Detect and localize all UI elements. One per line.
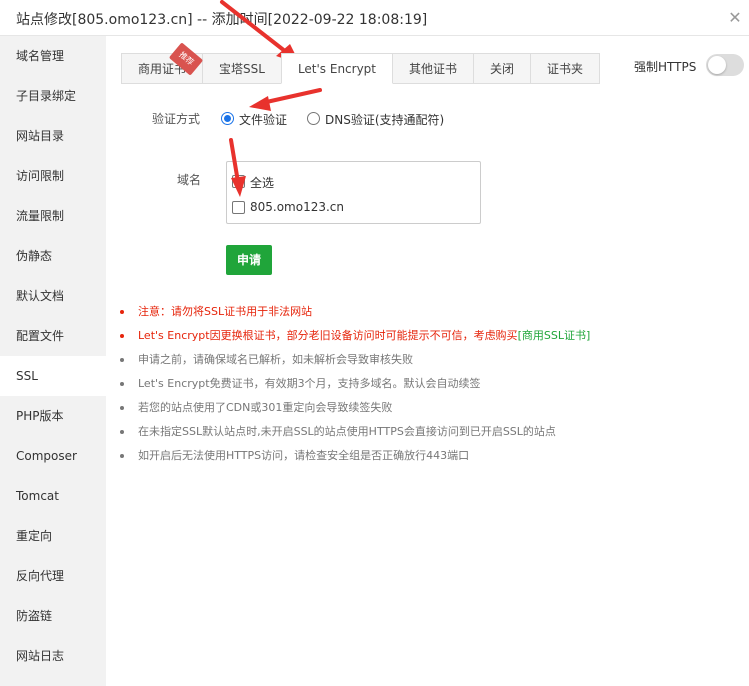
note-text: 申请之前，请确保域名已解析，如未解析会导致审核失败 [138,353,413,366]
sidebar-item-site-directory[interactable]: 网站目录 [0,116,106,156]
sidebar-item-redirect[interactable]: 重定向 [0,516,106,556]
select-all-label[interactable]: 全选 [250,174,274,191]
note-item: 申请之前，请确保域名已解析，如未解析会导致审核失败 [120,351,740,375]
sidebar-item-subdirectory-binding[interactable]: 子目录绑定 [0,76,106,116]
force-https-label: 强制HTTPS [634,60,697,74]
dns-verify-radio[interactable] [307,112,320,125]
sidebar-item-traffic-limit[interactable]: 流量限制 [0,196,106,236]
note-text: 在未指定SSL默认站点时,未开启SSL的站点使用HTTPS会直接访问到已开启SS… [138,425,556,438]
notes-list: 注意：请勿将SSL证书用于非法网站 Let's Encrypt因更换根证书，部分… [120,303,740,471]
sidebar-item-default-document[interactable]: 默认文档 [0,276,106,316]
arrow-to-file-verify [260,88,322,105]
window-title: 站点修改[805.omo123.cn] -- 添加时间[2022-09-22 1… [16,12,428,28]
note-text: Let's Encrypt免费证书，有效期3个月，支持多域名。默认会自动续签 [138,377,481,390]
sidebar-item-rewrite[interactable]: 伪静态 [0,236,106,276]
window-titlebar: 站点修改[805.omo123.cn] -- 添加时间[2022-09-22 1… [0,0,749,36]
close-icon[interactable]: ✕ [725,8,745,28]
note-item: Let's Encrypt因更换根证书，部分老旧设备访问时可能提示不可信，考虑购… [120,327,740,351]
tab-lets-encrypt[interactable]: Let's Encrypt [280,53,394,84]
note-item: 注意：请勿将SSL证书用于非法网站 [120,303,740,327]
toggle-knob [708,56,726,74]
note-item: Let's Encrypt免费证书，有效期3个月，支持多域名。默认会自动续签 [120,375,740,399]
sidebar-item-domain-management[interactable]: 域名管理 [0,36,106,76]
sidebar-item-hotlink-protection[interactable]: 防盗链 [0,596,106,636]
domain-list-box: 全选 805.omo123.cn [226,161,481,224]
dns-verify-label[interactable]: DNS验证(支持通配符) [325,111,444,128]
sidebar-item-ssl[interactable]: SSL [0,356,106,396]
arrow-head-verify [249,96,271,111]
apply-button[interactable]: 申请 [226,245,272,275]
domain-label: 域名 [177,173,202,187]
sidebar-item-tomcat[interactable]: Tomcat [0,476,106,516]
file-verify-label[interactable]: 文件验证 [239,111,287,128]
tab-close[interactable]: 关闭 [473,53,532,84]
tab-other-cert[interactable]: 其他证书 [392,53,475,84]
domain-name[interactable]: 805.omo123.cn [250,200,344,214]
note-item: 如开启后无法使用HTTPS访问，请检查安全组是否正确放行443端口 [120,447,740,471]
force-https-toggle[interactable] [706,54,744,76]
sidebar-item-php-version[interactable]: PHP版本 [0,396,106,436]
sidebar-item-composer[interactable]: Composer [0,436,106,476]
file-verify-radio[interactable] [221,112,234,125]
verify-method-label: 验证方式 [152,112,201,126]
select-all-checkbox[interactable] [232,175,245,188]
note-text: 若您的站点使用了CDN或301重定向会导致续签失败 [138,401,393,414]
tab-baota-ssl[interactable]: 宝塔SSL [202,53,282,84]
sidebar-item-config-file[interactable]: 配置文件 [0,316,106,356]
sidebar-item-access-restriction[interactable]: 访问限制 [0,156,106,196]
note-item: 若您的站点使用了CDN或301重定向会导致续签失败 [120,399,740,423]
domain-checkbox[interactable] [232,201,245,214]
sidebar: 域名管理 子目录绑定 网站目录 访问限制 流量限制 伪静态 默认文档 配置文件 … [0,36,106,686]
tab-cert-folder[interactable]: 证书夹 [530,53,601,84]
sidebar-item-site-logs[interactable]: 网站日志 [0,636,106,676]
note-text: 注意：请勿将SSL证书用于非法网站 [138,305,313,318]
note-item: 在未指定SSL默认站点时,未开启SSL的站点使用HTTPS会直接访问到已开启SS… [120,423,740,447]
commercial-ssl-link[interactable]: [商用SSL证书] [518,329,591,342]
note-text: 如开启后无法使用HTTPS访问，请检查安全组是否正确放行443端口 [138,449,470,462]
sidebar-item-reverse-proxy[interactable]: 反向代理 [0,556,106,596]
note-text: Let's Encrypt因更换根证书，部分老旧设备访问时可能提示不可信，考虑购… [138,329,518,342]
